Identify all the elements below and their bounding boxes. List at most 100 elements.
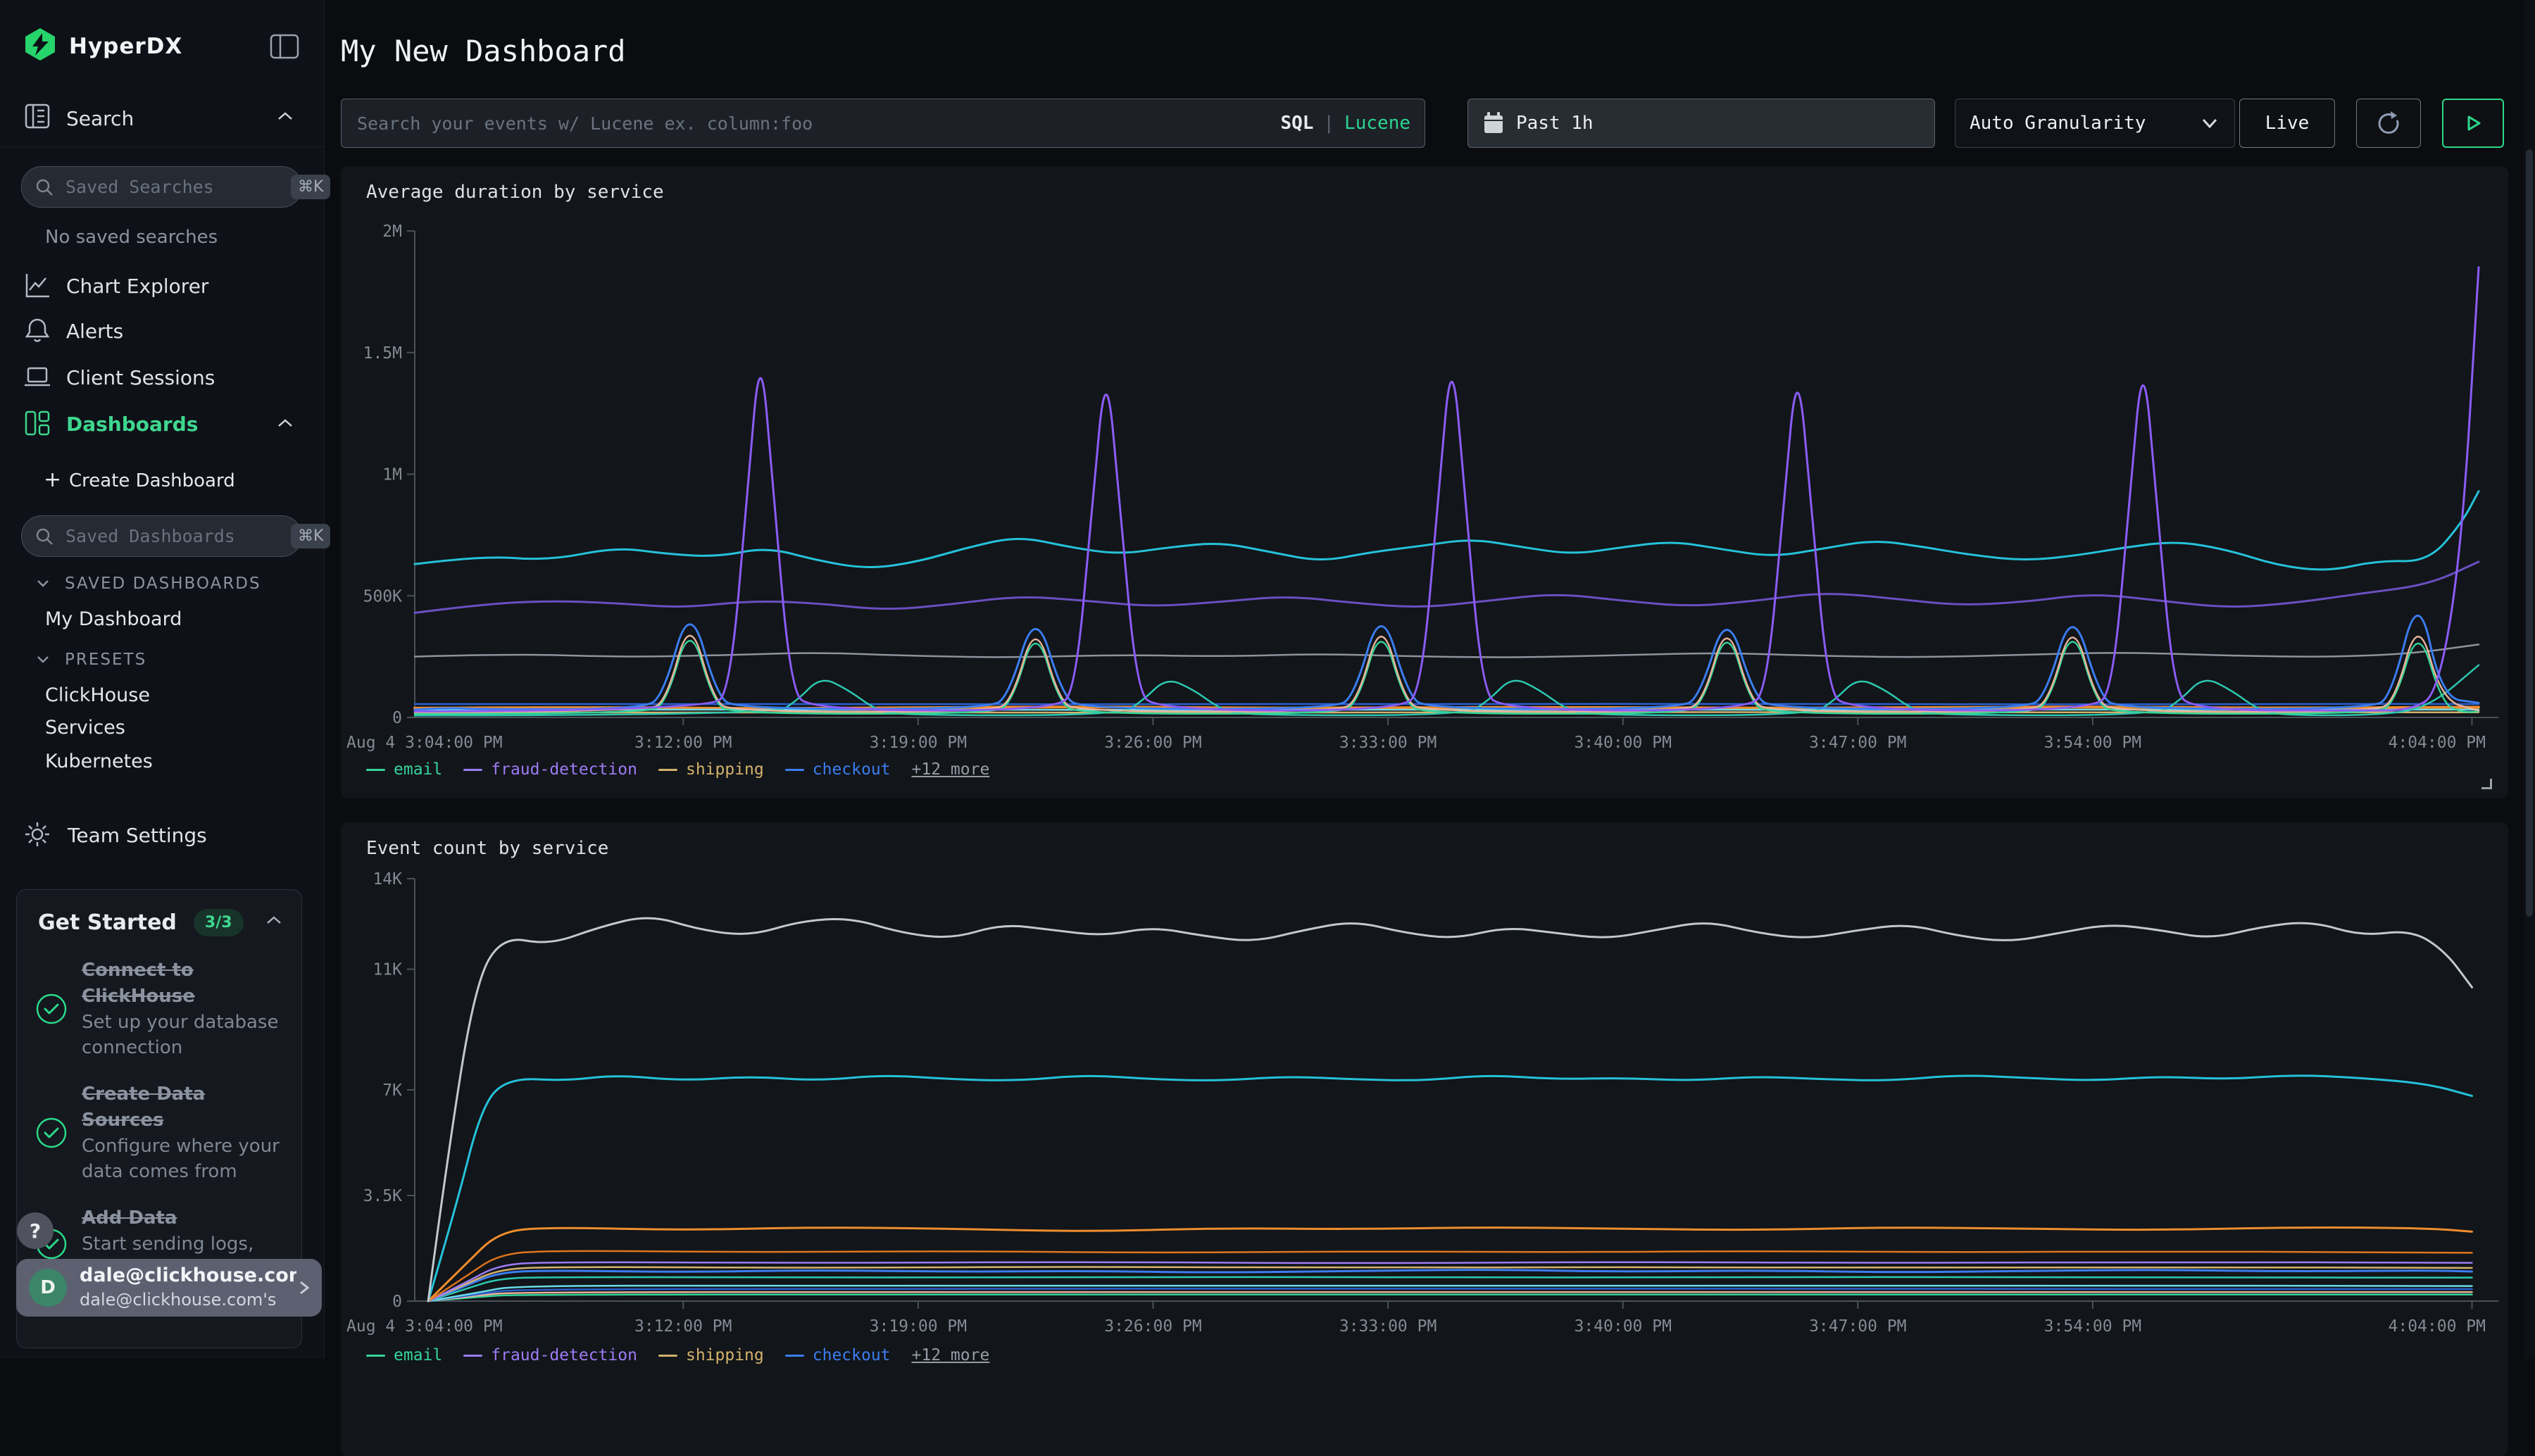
- sidebar-item-kubernetes[interactable]: Kubernetes: [45, 751, 153, 772]
- refresh-button[interactable]: [2356, 99, 2421, 148]
- sidebar-collapse-icon[interactable]: [269, 32, 300, 63]
- event-search-input[interactable]: [356, 113, 1270, 134]
- sidebar-item-dashboards[interactable]: Dashboards: [66, 413, 198, 436]
- svg-text:7K: 7K: [382, 1081, 402, 1100]
- sql-mode-toggle[interactable]: SQL: [1280, 113, 1313, 134]
- svg-text:2M: 2M: [382, 222, 402, 241]
- legend-label: checkout: [813, 760, 891, 779]
- search-icon: [35, 177, 54, 197]
- live-button[interactable]: Live: [2239, 99, 2335, 148]
- get-started-collapse-chevron-icon[interactable]: [265, 914, 283, 929]
- panel-resize-handle[interactable]: [2481, 779, 2492, 789]
- get-started-progress-badge: 3/3: [194, 909, 244, 936]
- svg-text:1.5M: 1.5M: [363, 344, 402, 363]
- create-dashboard-button[interactable]: Create Dashboard: [69, 470, 235, 491]
- sidebar-item-client-sessions[interactable]: Client Sessions: [66, 366, 215, 389]
- legend-label: email: [394, 760, 442, 779]
- sidebar-item-services[interactable]: Services: [45, 717, 125, 739]
- no-saved-searches-text: No saved searches: [45, 227, 218, 248]
- svg-text:4:04:00 PM: 4:04:00 PM: [2389, 734, 2486, 752]
- legend-swatch: [785, 1355, 804, 1357]
- legend-item[interactable]: fraud-detection: [463, 1346, 637, 1364]
- sidebar-item-search[interactable]: Search: [66, 107, 134, 130]
- saved-dashboards-input[interactable]: [64, 525, 291, 547]
- legend-item[interactable]: email: [366, 1346, 442, 1364]
- sidebar: HyperDX Search ⌘K No saved searches Char…: [0, 0, 325, 1359]
- get-started-step[interactable]: Connect to ClickHouse Set up your databa…: [35, 958, 283, 1060]
- chart-panel-event-count[interactable]: Event count by service 03.5K7K11K14KAug …: [341, 822, 2508, 1456]
- alerts-bell-icon: [23, 315, 52, 348]
- granularity-value: Auto Granularity: [1970, 113, 2146, 134]
- legend-swatch: [785, 769, 804, 771]
- svg-text:0: 0: [392, 1293, 402, 1311]
- step-title: Create Data Sources: [82, 1084, 205, 1131]
- chart-legend[interactable]: email fraud-detection shipping checkout …: [366, 760, 989, 779]
- chevron-down-icon[interactable]: [35, 653, 51, 667]
- chevron-down-icon[interactable]: [35, 577, 51, 591]
- brand-title: HyperDX: [69, 34, 182, 59]
- lucene-mode-toggle[interactable]: Lucene: [1344, 113, 1410, 134]
- legend-item[interactable]: shipping: [658, 1346, 764, 1364]
- section-saved-dashboards[interactable]: SAVED DASHBOARDS: [65, 575, 261, 593]
- saved-dashboards-search[interactable]: ⌘K: [21, 515, 302, 557]
- page-title: My New Dashboard: [341, 34, 626, 68]
- event-search-bar[interactable]: SQL | Lucene: [341, 99, 1425, 148]
- svg-text:3:26:00 PM: 3:26:00 PM: [1104, 1317, 1201, 1336]
- legend-label: shipping: [686, 1346, 764, 1364]
- scrollbar-thumb[interactable]: [2526, 149, 2533, 917]
- svg-text:3:40:00 PM: 3:40:00 PM: [1574, 734, 1671, 752]
- legend-label: fraud-detection: [491, 1346, 637, 1364]
- plus-icon: +: [44, 467, 61, 492]
- legend-swatch: [658, 769, 677, 771]
- search-section-icon: [23, 101, 52, 134]
- legend-item[interactable]: shipping: [658, 760, 764, 779]
- legend-item[interactable]: checkout: [785, 760, 891, 779]
- chart-panel-average-duration[interactable]: Average duration by service 0500K1M1.5M2…: [341, 166, 2508, 798]
- time-range-value: Past 1h: [1516, 113, 1594, 134]
- help-button[interactable]: ?: [17, 1212, 54, 1249]
- sidebar-item-chart-explorer[interactable]: Chart Explorer: [66, 275, 208, 298]
- chart-explorer-icon: [23, 270, 52, 303]
- legend-item[interactable]: checkout: [785, 1346, 891, 1364]
- svg-text:3:12:00 PM: 3:12:00 PM: [634, 1317, 732, 1336]
- user-org: dale@clickhouse.com's: [80, 1288, 296, 1312]
- section-presets[interactable]: PRESETS: [65, 651, 146, 669]
- run-query-button[interactable]: [2442, 99, 2504, 148]
- legend-more-link[interactable]: +12 more: [912, 760, 990, 779]
- search-icon: [35, 527, 54, 546]
- granularity-select[interactable]: Auto Granularity: [1955, 99, 2235, 148]
- legend-label: checkout: [813, 1346, 891, 1364]
- legend-item[interactable]: email: [366, 760, 442, 779]
- svg-text:0: 0: [392, 709, 402, 727]
- time-range-picker[interactable]: Past 1h: [1467, 99, 1935, 148]
- dashboards-collapse-chevron-icon[interactable]: [276, 417, 294, 432]
- help-question-mark: ?: [30, 1219, 41, 1243]
- search-collapse-chevron-icon[interactable]: [276, 110, 294, 125]
- svg-text:3:54:00 PM: 3:54:00 PM: [2044, 734, 2141, 752]
- user-email: dale@clickhouse.com: [80, 1264, 296, 1288]
- legend-label: email: [394, 1346, 442, 1364]
- sidebar-item-team-settings[interactable]: Team Settings: [68, 824, 207, 847]
- chart-legend[interactable]: email fraud-detection shipping checkout …: [366, 1346, 989, 1364]
- saved-searches-input[interactable]: [64, 176, 291, 198]
- legend-swatch: [658, 1355, 677, 1357]
- step-title: Add Data: [82, 1207, 177, 1229]
- live-label: Live: [2265, 113, 2310, 134]
- svg-text:3:40:00 PM: 3:40:00 PM: [1574, 1317, 1671, 1336]
- legend-more-link[interactable]: +12 more: [912, 1346, 990, 1364]
- svg-text:11K: 11K: [373, 961, 402, 979]
- user-account-chip[interactable]: D dale@clickhouse.com dale@clickhouse.co…: [16, 1259, 322, 1317]
- svg-text:3:26:00 PM: 3:26:00 PM: [1104, 734, 1201, 752]
- check-circle-icon: [35, 993, 68, 1025]
- line-chart-average-duration[interactable]: 0500K1M1.5M2MAug 4 3:04:00 PM3:12:00 PM3…: [341, 166, 2508, 798]
- sidebar-item-alerts[interactable]: Alerts: [66, 320, 123, 343]
- get-started-step[interactable]: Create Data Sources Configure where your…: [35, 1081, 283, 1184]
- legend-swatch: [366, 769, 385, 771]
- sidebar-item-my-dashboard[interactable]: My Dashboard: [45, 608, 182, 630]
- sidebar-item-clickhouse[interactable]: ClickHouse: [45, 684, 150, 706]
- sidebar-divider: [0, 146, 324, 147]
- legend-label: shipping: [686, 760, 764, 779]
- legend-item[interactable]: fraud-detection: [463, 760, 637, 779]
- saved-searches-search[interactable]: ⌘K: [21, 166, 302, 208]
- svg-text:3.5K: 3.5K: [363, 1187, 403, 1205]
